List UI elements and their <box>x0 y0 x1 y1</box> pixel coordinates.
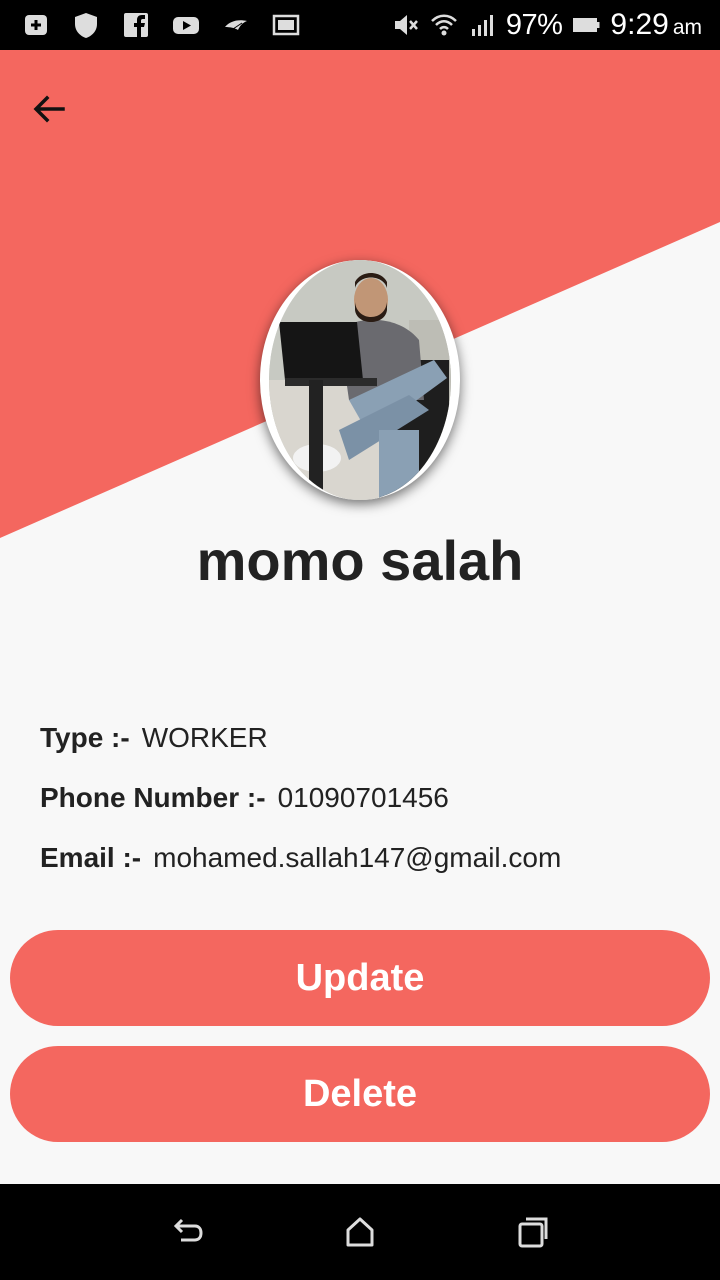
nav-home-button[interactable] <box>330 1202 390 1262</box>
type-value: WORKER <box>141 722 268 753</box>
battery-icon <box>572 11 600 39</box>
status-bar: 97% 9:29 am <box>0 0 720 50</box>
delete-button[interactable]: Delete <box>10 1046 710 1142</box>
back-icon <box>173 1218 203 1242</box>
shield-icon <box>72 11 100 39</box>
nav-recents-button[interactable] <box>503 1202 563 1262</box>
wifi-icon <box>430 11 458 39</box>
phone-label: Phone Number :- <box>40 782 266 813</box>
nav-back-button[interactable] <box>157 1202 217 1262</box>
profile-screen: 97% 9:29 am momo salah Type:- WORKER Ph… <box>0 0 720 1280</box>
youtube-icon <box>172 11 200 39</box>
info-type-row: Type :- WORKER <box>40 722 700 754</box>
status-right: 97% 9:29 am <box>392 8 702 42</box>
avatar[interactable] <box>260 260 460 500</box>
clock-time: 9:29 <box>610 8 669 41</box>
email-label: Email :- <box>40 842 142 873</box>
clock-ampm: am <box>672 16 702 39</box>
home-icon <box>346 1217 374 1247</box>
back-button[interactable] <box>22 82 76 136</box>
email-value: mohamed.sallah147@gmail.com <box>153 842 562 873</box>
type-label: Type :- <box>40 722 130 753</box>
arrow-left-icon <box>33 95 65 123</box>
recents-icon <box>518 1217 548 1248</box>
phone-value: 01090701456 <box>277 782 449 813</box>
navigation-bar <box>0 1184 720 1280</box>
info-phone-row: Phone Number :- 01090701456 <box>40 782 700 814</box>
mute-icon <box>392 11 420 39</box>
add-box-icon <box>22 11 50 39</box>
bird-icon <box>222 11 250 39</box>
info-email-row: Email :- mohamed.sallah147@gmail.com <box>40 842 700 874</box>
update-button[interactable]: Update <box>10 930 710 1026</box>
clock: 9:29 am <box>610 8 702 42</box>
status-left <box>22 11 300 39</box>
image-icon <box>272 11 300 39</box>
profile-name: momo salah <box>196 529 524 592</box>
facebook-icon <box>122 11 150 39</box>
battery-percent: 97% <box>505 8 563 41</box>
avatar-photo <box>269 260 451 500</box>
signal-icon <box>468 11 496 39</box>
